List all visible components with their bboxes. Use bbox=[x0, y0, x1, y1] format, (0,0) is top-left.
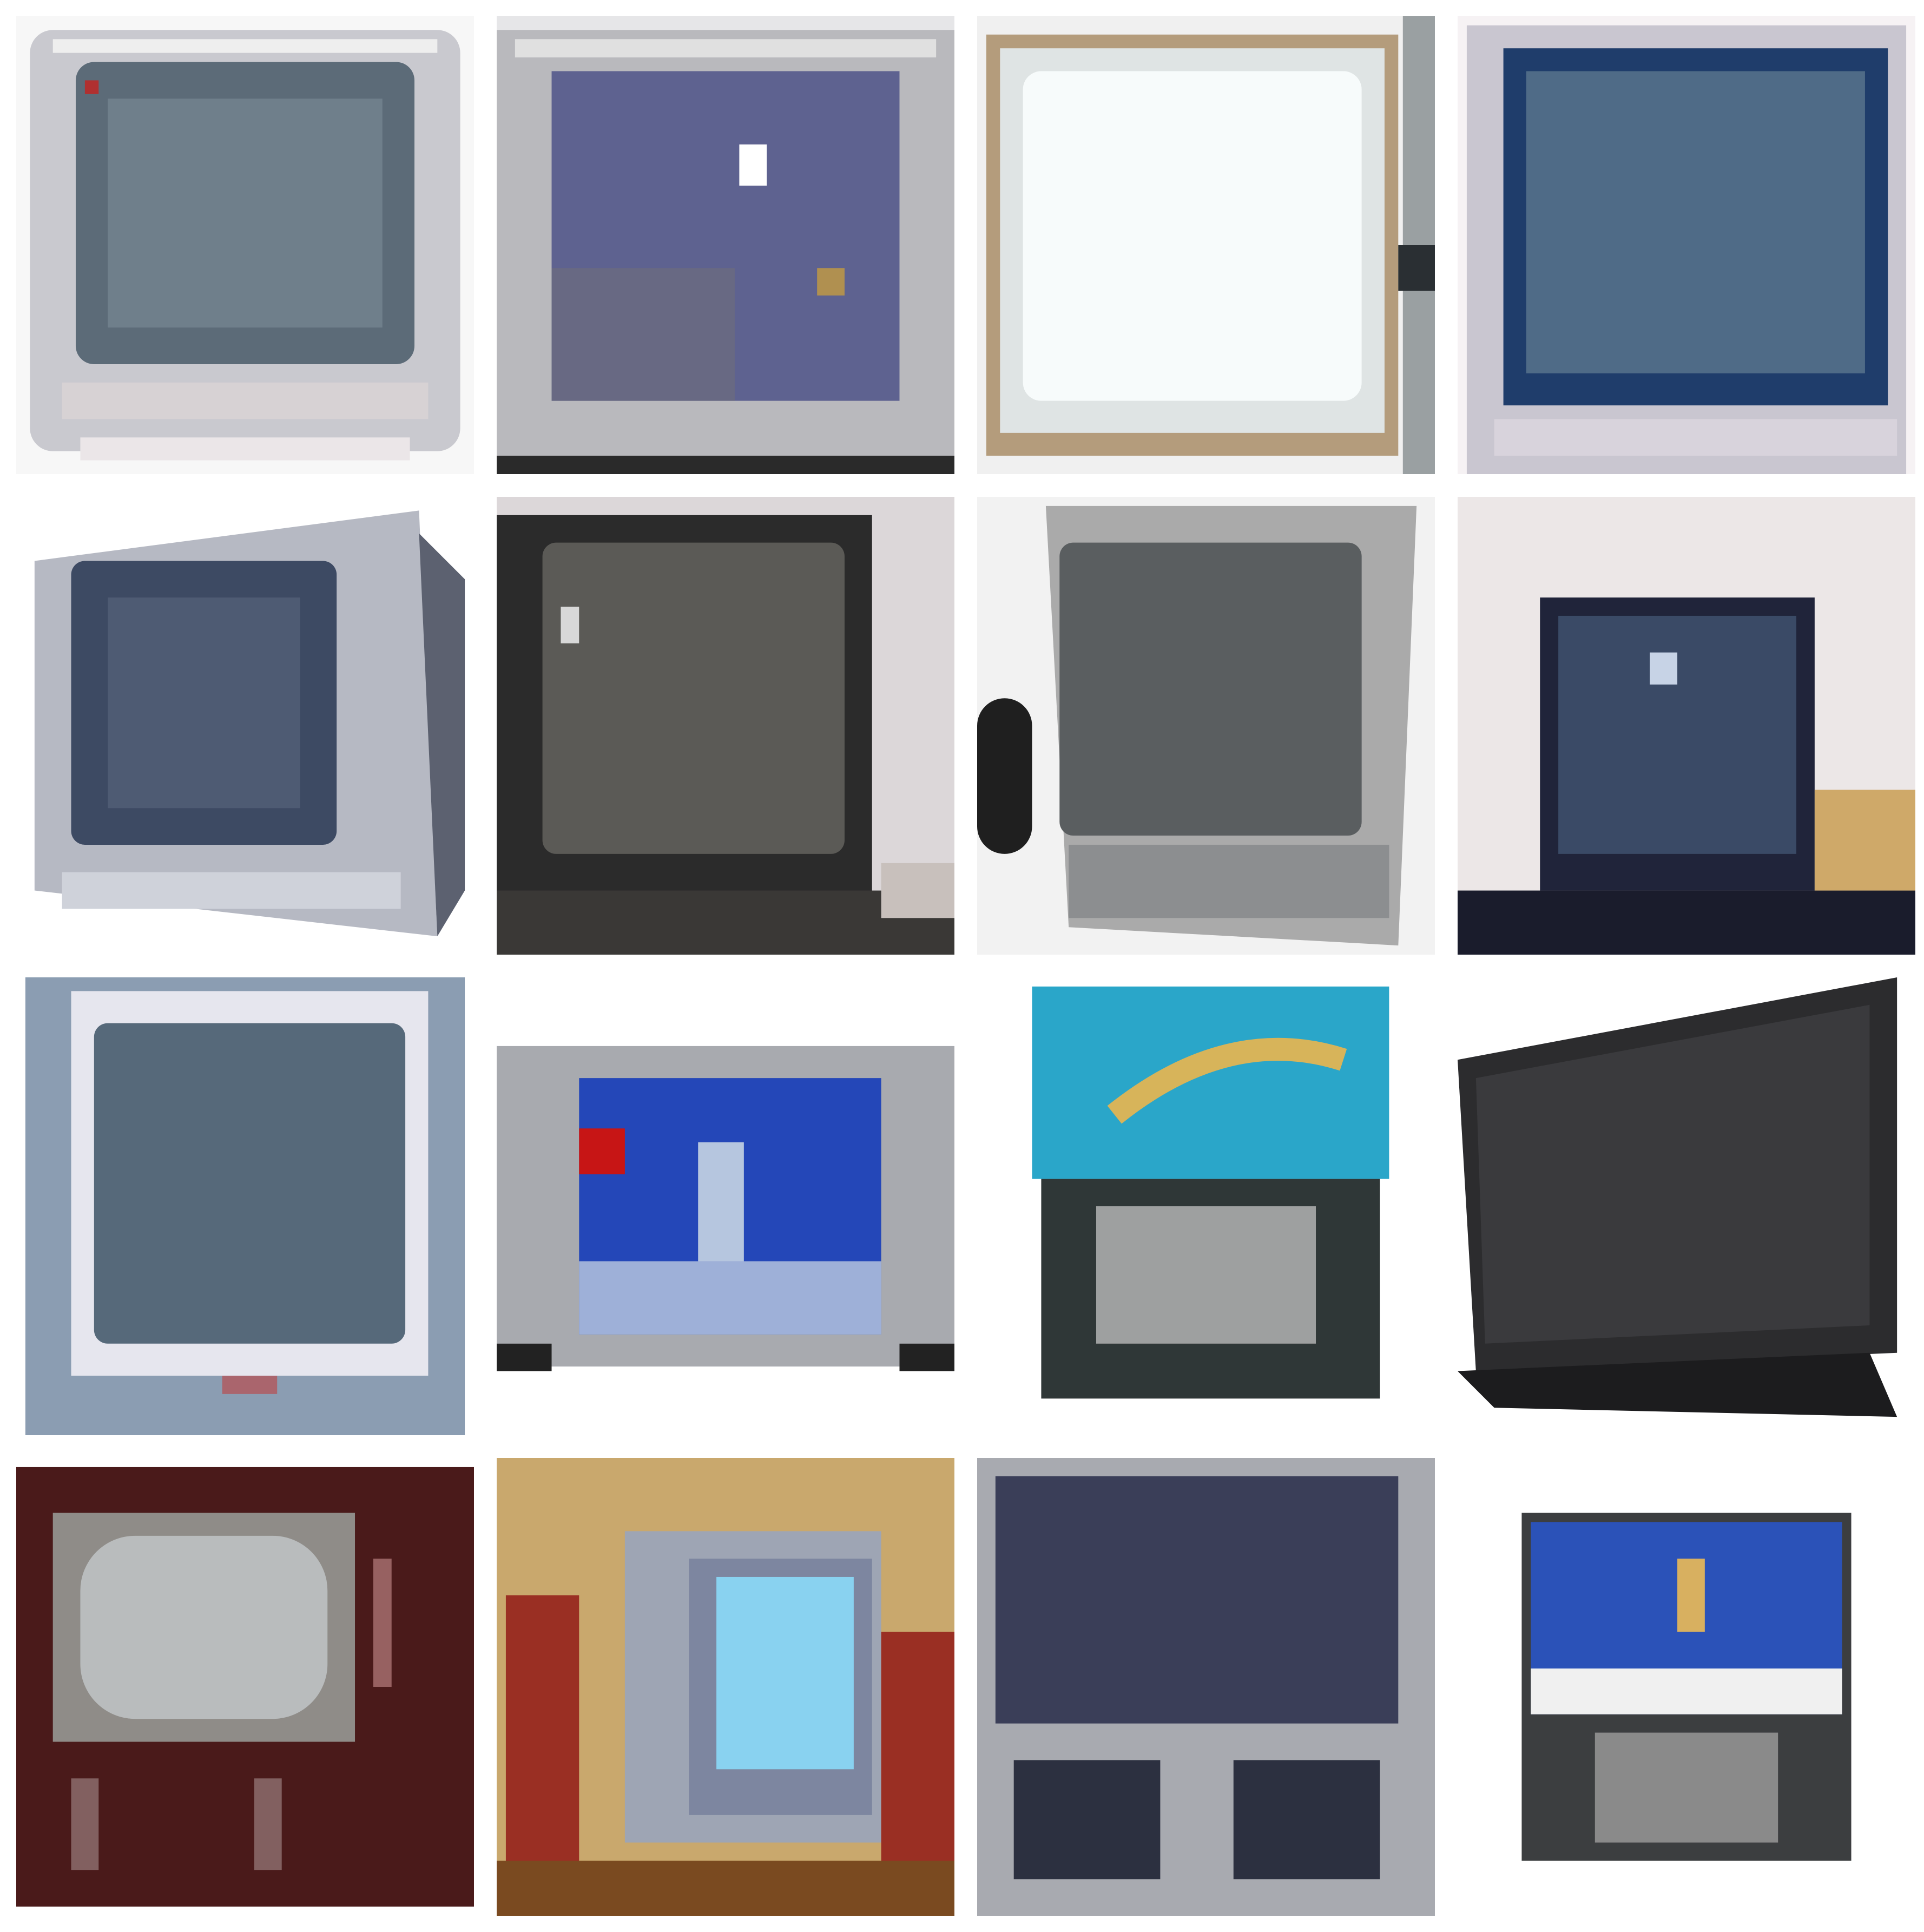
tile-crt-tv-between-dolls bbox=[497, 1458, 954, 1916]
tile-silver-crt-tv-angled bbox=[16, 497, 474, 955]
tile-silver-crt-tv-night-scene bbox=[497, 16, 954, 474]
image-grid bbox=[0, 0, 1924, 1932]
tile-crt-tv-bright-screen bbox=[977, 16, 1435, 474]
tile-projection-tv-skier-on-screen bbox=[1458, 1458, 1915, 1916]
tile-flat-panel-lcd-tv bbox=[1458, 977, 1915, 1435]
tile-silver-tv-skier-on-screen bbox=[497, 977, 954, 1435]
tile-blue-grey-crt-tv bbox=[16, 977, 474, 1435]
tile-vintage-wooden-console-tv bbox=[16, 1458, 474, 1916]
tile-grey-crt-tv-angled bbox=[977, 497, 1435, 955]
tile-black-crt-tv bbox=[497, 497, 954, 955]
tile-rear-projection-tv bbox=[977, 977, 1435, 1435]
tile-silver-projection-tv bbox=[977, 1458, 1435, 1916]
tile-silver-crt-tv bbox=[16, 16, 474, 474]
tile-silver-crt-tv-blue-screen bbox=[1458, 16, 1915, 474]
tile-black-crt-tv-on-stand bbox=[1458, 497, 1915, 955]
